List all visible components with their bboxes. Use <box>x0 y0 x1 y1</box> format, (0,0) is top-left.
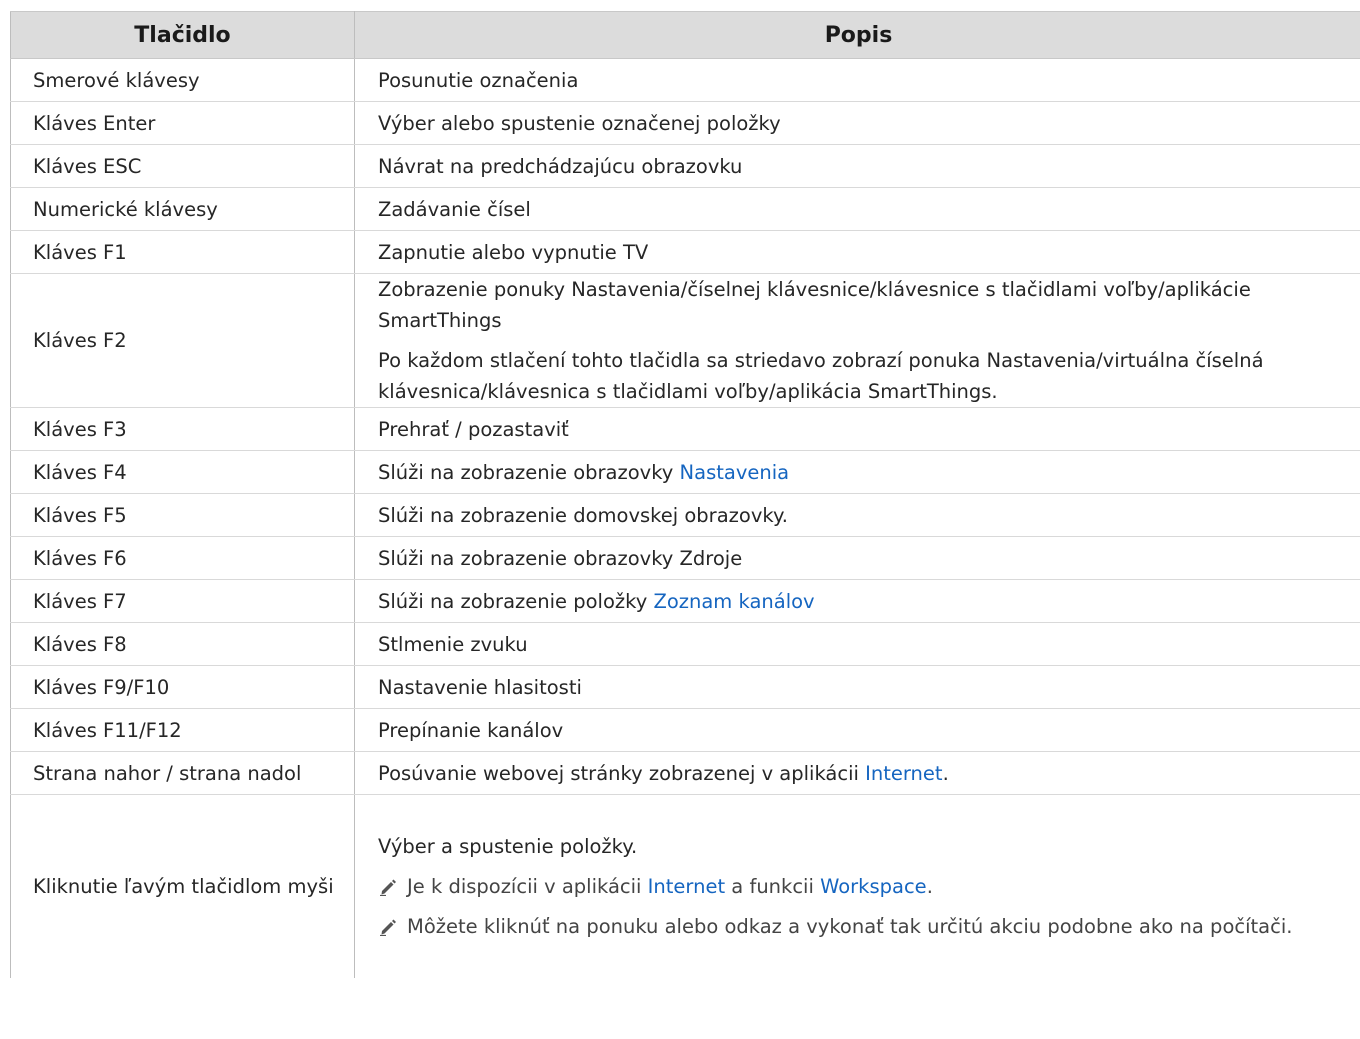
key-cell: Kláves F3 <box>10 407 355 451</box>
table-row: Kláves F9/F10 Nastavenie hlasitosti <box>10 665 1360 709</box>
description-cell: Prehrať / pozastaviť <box>354 407 1360 451</box>
description-cell: Zapnutie alebo vypnutie TV <box>354 230 1360 274</box>
description-cell: Zobrazenie ponuky Nastavenia/číselnej kl… <box>354 273 1360 408</box>
description-text: Slúži na zobrazenie položky <box>378 589 654 613</box>
key-cell: Kláves F11/F12 <box>10 708 355 752</box>
description-cell: Slúži na zobrazenie položky Zoznam kanál… <box>354 579 1360 623</box>
key-cell: Kláves F1 <box>10 230 355 274</box>
table-row: Kláves F6 Slúži na zobrazenie obrazovky … <box>10 536 1360 580</box>
key-cell: Kláves F4 <box>10 450 355 494</box>
key-function-table: Tlačidlo Popis Smerové klávesy Posunutie… <box>10 11 1360 978</box>
channel-list-link[interactable]: Zoznam kanálov <box>653 590 814 613</box>
description-paragraph: Zobrazenie ponuky Nastavenia/číselnej kl… <box>378 278 1251 332</box>
key-cell: Kláves F2 <box>10 273 355 408</box>
table-row: Kláves ESC Návrat na predchádzajúcu obra… <box>10 144 1360 188</box>
description-cell: Prepínanie kanálov <box>354 708 1360 752</box>
workspace-link[interactable]: Workspace <box>820 875 927 898</box>
table-row: Strana nahor / strana nadol Posúvanie we… <box>10 751 1360 795</box>
table-row: Kláves F7 Slúži na zobrazenie položky Zo… <box>10 579 1360 623</box>
description-cell: Stlmenie zvuku <box>354 622 1360 666</box>
description-cell: Slúži na zobrazenie obrazovky Zdroje <box>354 536 1360 580</box>
key-cell: Strana nahor / strana nadol <box>10 751 355 795</box>
note-text: . <box>926 875 933 898</box>
description-cell: Slúži na zobrazenie obrazovky Nastavenia <box>354 450 1360 494</box>
table-row: Kliknutie ľavým tlačidlom myši Výber a s… <box>10 794 1360 978</box>
key-cell: Kláves F6 <box>10 536 355 580</box>
internet-link[interactable]: Internet <box>865 762 942 785</box>
table-row: Kláves F2 Zobrazenie ponuky Nastavenia/č… <box>10 273 1360 408</box>
description-paragraph: Po každom stlačení tohto tlačidla sa str… <box>378 349 1264 403</box>
description-cell: Výber alebo spustenie označenej položky <box>354 101 1360 145</box>
key-cell: Kláves F5 <box>10 493 355 537</box>
description-cell: Výber a spustenie položky. Je k dispozíc… <box>354 794 1360 978</box>
note-text: Môžete kliknúť na ponuku alebo odkaz a v… <box>407 915 1293 938</box>
description-cell: Zadávanie čísel <box>354 187 1360 231</box>
note-item: Môžete kliknúť na ponuku alebo odkaz a v… <box>378 911 1348 942</box>
description-text: Posúvanie webovej stránky zobrazenej v a… <box>378 761 866 785</box>
key-cell: Kláves ESC <box>10 144 355 188</box>
pencil-icon <box>380 919 396 936</box>
key-cell: Kláves F8 <box>10 622 355 666</box>
description-text: Slúži na zobrazenie obrazovky <box>378 460 680 484</box>
table-row: Kláves F5 Slúži na zobrazenie domovskej … <box>10 493 1360 537</box>
description-cell: Posunutie označenia <box>354 58 1360 102</box>
table-header-row: Tlačidlo Popis <box>10 11 1360 59</box>
table-row: Kláves F1 Zapnutie alebo vypnutie TV <box>10 230 1360 274</box>
table-row: Kláves F11/F12 Prepínanie kanálov <box>10 708 1360 752</box>
key-cell: Numerické klávesy <box>10 187 355 231</box>
description-text: . <box>942 761 949 785</box>
description-cell: Návrat na predchádzajúcu obrazovku <box>354 144 1360 188</box>
table-row: Numerické klávesy Zadávanie čísel <box>10 187 1360 231</box>
key-cell: Smerové klávesy <box>10 58 355 102</box>
header-button-column: Tlačidlo <box>10 11 355 59</box>
key-cell: Kláves Enter <box>10 101 355 145</box>
table-row: Kláves Enter Výber alebo spustenie označ… <box>10 101 1360 145</box>
key-cell: Kláves F9/F10 <box>10 665 355 709</box>
table-row: Kláves F4 Slúži na zobrazenie obrazovky … <box>10 450 1360 494</box>
table-row: Kláves F8 Stlmenie zvuku <box>10 622 1360 666</box>
description-paragraph: Výber a spustenie položky. <box>378 835 638 858</box>
internet-link[interactable]: Internet <box>648 875 725 898</box>
description-cell: Slúži na zobrazenie domovskej obrazovky. <box>354 493 1360 537</box>
key-cell: Kláves F7 <box>10 579 355 623</box>
table-row: Smerové klávesy Posunutie označenia <box>10 58 1360 102</box>
description-cell: Posúvanie webovej stránky zobrazenej v a… <box>354 751 1360 795</box>
table-row: Kláves F3 Prehrať / pozastaviť <box>10 407 1360 451</box>
header-description-column: Popis <box>354 11 1360 59</box>
note-text: Je k dispozícii v aplikácii <box>407 875 648 898</box>
note-item: Je k dispozícii v aplikácii Internet a f… <box>378 871 1348 902</box>
key-cell: Kliknutie ľavým tlačidlom myši <box>10 794 355 978</box>
description-cell: Nastavenie hlasitosti <box>354 665 1360 709</box>
settings-link[interactable]: Nastavenia <box>680 461 790 484</box>
note-text: a funkcii <box>725 875 821 898</box>
pencil-icon <box>380 879 396 896</box>
